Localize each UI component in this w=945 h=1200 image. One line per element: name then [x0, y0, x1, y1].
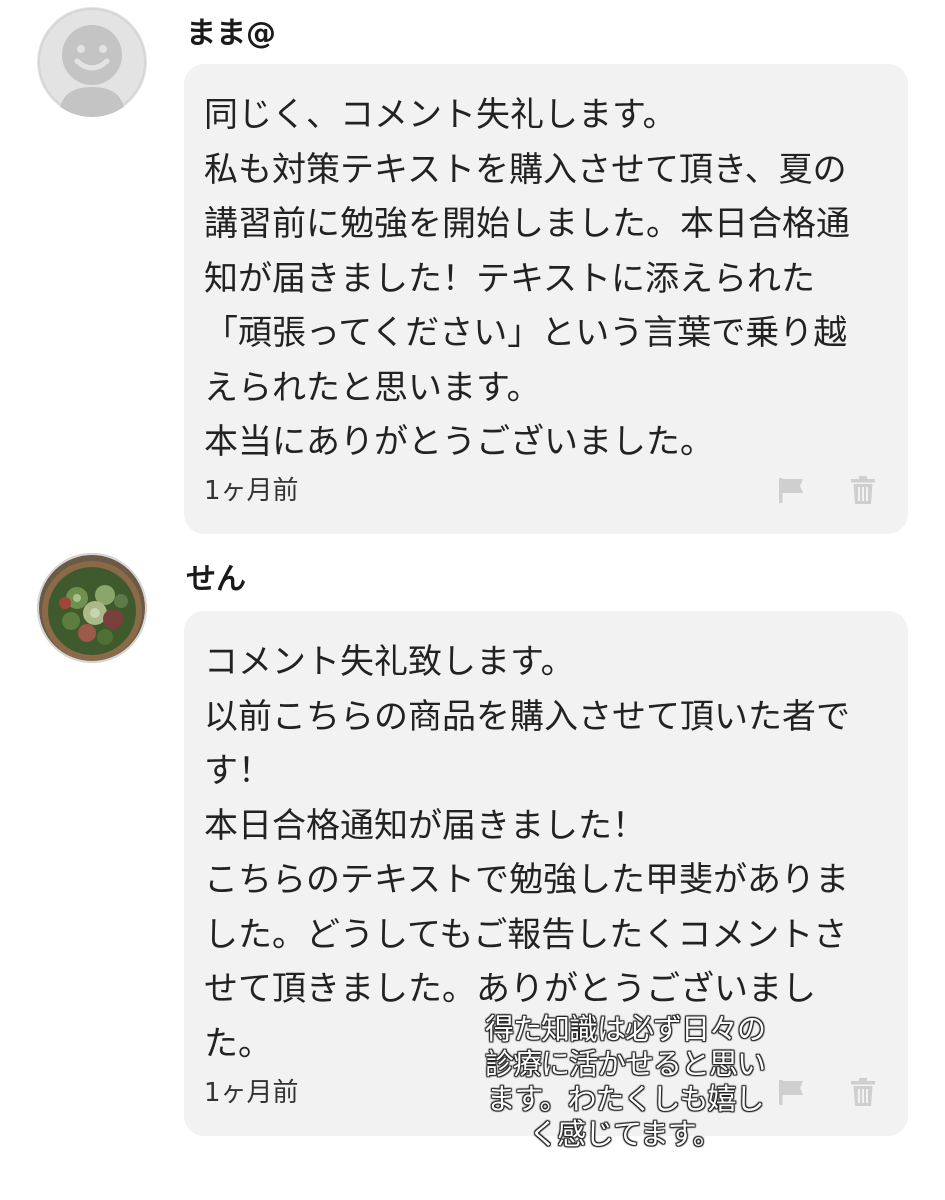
overlay-caption: 得た知識は必ず日々の 診療に活かせると思い ます。わたくしも嬉し く感じてます。: [440, 1011, 810, 1152]
comment-line: コメント失礼致します。: [204, 642, 575, 682]
comment-line: 私も対策テキストを購入させて頂き、夏の: [204, 149, 847, 190]
flag-icon[interactable]: [776, 475, 806, 505]
default-person-avatar-icon: [37, 7, 147, 117]
comment-line: 同じく、コメント失礼します。: [204, 95, 677, 135]
caption-line: く感じてます。: [529, 1116, 723, 1151]
comment-line: 本日合格通知が届きました！: [204, 805, 646, 846]
avatar[interactable]: [37, 553, 147, 663]
comment-line: せて頂きました。ありがとうございまし: [204, 969, 816, 1009]
comment-username[interactable]: せん: [186, 560, 246, 600]
comment-line: こちらのテキストで勉強した甲斐がありま: [204, 860, 849, 900]
trash-icon[interactable]: [848, 1077, 878, 1107]
comment-line: 知が届きました！テキストに添えられた: [204, 258, 815, 299]
comment-line: 本当にありがとうございました。: [204, 422, 714, 462]
comment-line: 以前こちらの商品を購入させて頂いた者で: [204, 696, 850, 737]
comment-line: 講習前に勉強を開始しました。本日合格通: [204, 204, 850, 244]
comment-text: コメント失礼致します。 以前こちらの商品を購入させて頂いた者で す！ 本日合格通…: [204, 635, 898, 1071]
comment-username[interactable]: まま@: [186, 14, 276, 54]
caption-line: 診療に活かせると思い: [484, 1046, 766, 1081]
comment-line: した。どうしてもご報告したくコメントさ: [204, 914, 848, 955]
comment-line: 「頑張ってください」という言葉で乗り越: [204, 313, 848, 353]
caption-line: ます。わたくしも嬉し: [486, 1081, 765, 1116]
trash-icon[interactable]: [848, 475, 878, 505]
comment-timestamp: 1ヶ月前: [204, 1078, 299, 1108]
comment-timestamp: 1ヶ月前: [204, 476, 299, 506]
comment-line: えられたと思います。: [204, 367, 541, 408]
comment-line: す！: [204, 751, 272, 791]
comment-bubble: 同じく、コメント失礼します。 私も対策テキストを購入させて頂き、夏の 講習前に勉…: [184, 64, 908, 534]
succulent-photo-avatar-icon: [37, 553, 147, 663]
comment-text: 同じく、コメント失礼します。 私も対策テキストを購入させて頂き、夏の 講習前に勉…: [204, 88, 898, 470]
caption-line: 得た知識は必ず日々の: [484, 1011, 766, 1046]
avatar[interactable]: [37, 7, 147, 117]
